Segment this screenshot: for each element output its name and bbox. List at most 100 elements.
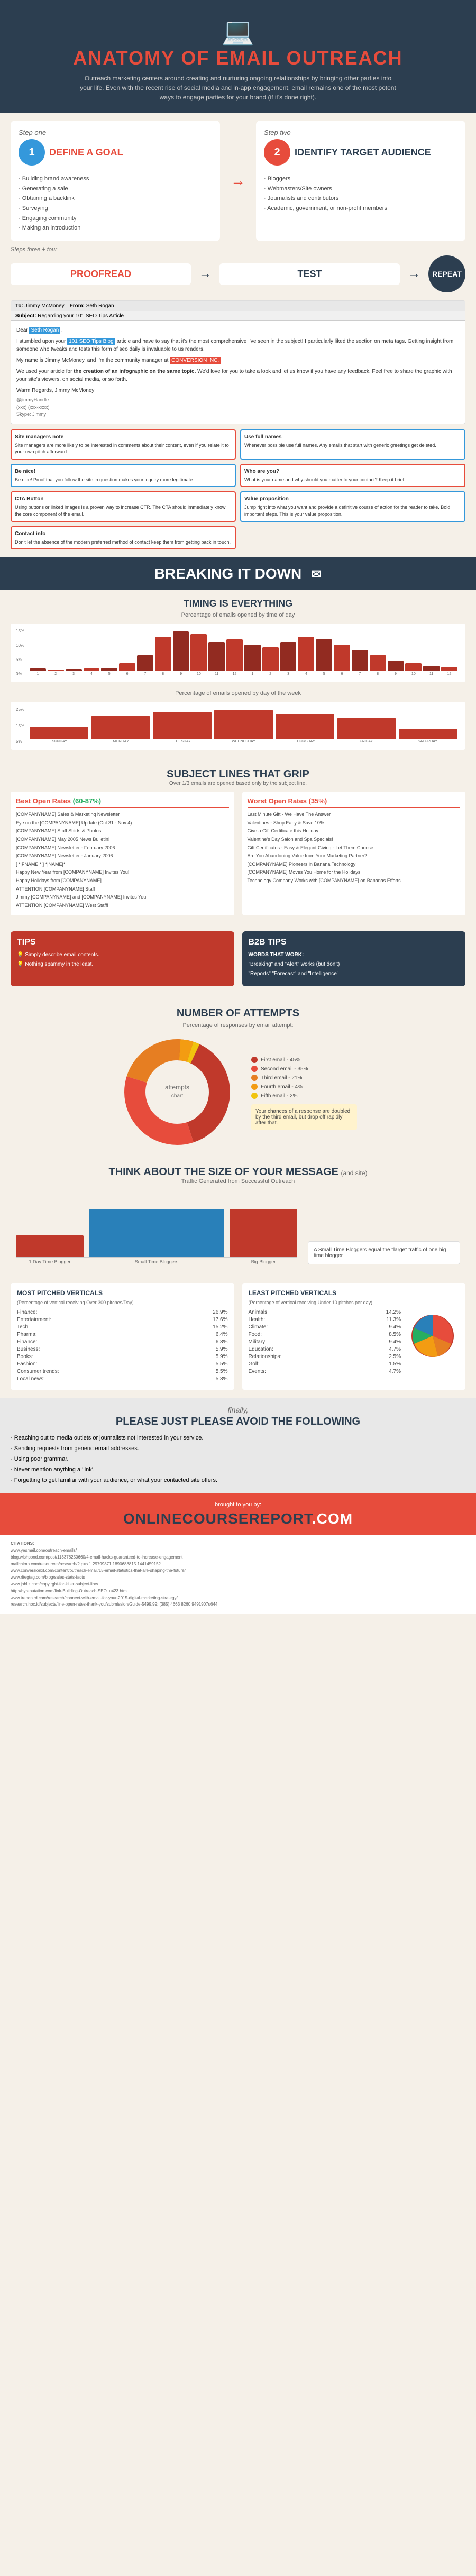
step-three-label: Steps three + four xyxy=(11,246,465,253)
size-bars xyxy=(16,1194,297,1258)
most-item-3: Tech:15.2% xyxy=(17,1324,228,1330)
hourly-bars-area: 123456789101112123456789101112 xyxy=(27,629,460,677)
hourly-bar-7 xyxy=(155,637,171,671)
hourly-bar-15 xyxy=(298,637,314,671)
step-one-box: Step one 1 DEFINE A GOAL Building brand … xyxy=(11,121,220,241)
avoid-item-3: Using poor grammar. xyxy=(11,1454,217,1465)
annotation-card-6: Value proposition Jump right into what y… xyxy=(240,491,465,521)
attempts-title: NUMBER OF ATTEMPTS xyxy=(11,1002,465,1022)
avoid-item-2: Sending requests from generic email addr… xyxy=(11,1444,217,1454)
bar-big xyxy=(230,1209,297,1257)
subject-section: SUBJECT LINES THAT GRIP Over 1/3 emails … xyxy=(0,760,476,923)
b2b-tips-box: B2B TIPS WORDS THAT WORK: "Breaking" and… xyxy=(242,931,466,986)
finally-section: finally, PLEASE JUST PLEASE AVOID THE FO… xyxy=(0,1398,476,1493)
email-body: Dear Seth Rogan, I stumbled upon your 10… xyxy=(11,321,465,424)
hourly-bar-13 xyxy=(262,647,279,671)
envelope-icon: ✉ xyxy=(311,567,322,582)
most-item-9: Consumer trends:5.5% xyxy=(17,1369,228,1374)
step-one-title: DEFINE A GOAL xyxy=(49,147,123,158)
size-bar-labels: 1 Day Time Blogger Small Time Bloggers B… xyxy=(16,1259,297,1264)
day-bar-chart xyxy=(27,707,460,739)
think-size-header: THINK ABOUT THE SIZE OF YOUR MESSAGE (an… xyxy=(11,1166,465,1178)
day-bar-0 xyxy=(30,727,88,739)
least-content: Animals:14.2% Health:11.3% Climate:9.4% … xyxy=(249,1309,460,1376)
hourly-bar-19 xyxy=(370,655,386,671)
day-bar-labels: SUNDAYMONDAYTUESDAYWEDNESDAYTHURSDAYFRID… xyxy=(27,739,460,745)
attempts-note: Your chances of a response are doubled b… xyxy=(251,1104,357,1130)
most-pitched-box: MOST PITCHED VERTICALS (Percentage of ve… xyxy=(11,1283,234,1390)
svg-text:chart: chart xyxy=(171,1093,183,1099)
traffic-chart-subtitle: Traffic Generated from Successful Outrea… xyxy=(11,1178,465,1185)
most-item-4: Pharma:6.4% xyxy=(17,1332,228,1337)
hourly-bar-12 xyxy=(244,645,261,671)
header: 💻 ANATOMY OF EMAIL OUTREACH Outreach mar… xyxy=(0,0,476,113)
footer-citations: CITATIONS: www.yesmail.com/outreach-emai… xyxy=(0,1535,476,1614)
step-one-list: Building brand awareness Generating a sa… xyxy=(19,174,212,233)
fourth-attempt-label: Fourth email - 4% xyxy=(251,1084,357,1090)
annotation-card-3: Be nice! Be nice! Proof that you follow … xyxy=(11,464,236,488)
least-pitched-title: LEAST PITCHED VERTICALS xyxy=(249,1289,460,1297)
proofread-label: PROOFREAD xyxy=(21,269,180,280)
hourly-bar-11 xyxy=(226,639,243,671)
proofread-box: PROOFREAD xyxy=(11,263,191,285)
day-bar-4 xyxy=(276,714,334,739)
email-window: To: Jimmy McMoney From: Seth Rogan Subje… xyxy=(11,300,465,424)
day-chart-subtitle: Percentage of emails opened by day of th… xyxy=(11,690,465,696)
test-box: TEST xyxy=(219,263,400,285)
donut-chart: attempts chart xyxy=(119,1034,235,1153)
timing-chart-subtitle: Percentage of emails opened by time of d… xyxy=(11,612,465,618)
third-dot xyxy=(251,1075,258,1081)
step-one-label: Step one xyxy=(19,129,212,136)
size-chart-area: 1 Day Time Blogger Small Time Bloggers B… xyxy=(11,1189,465,1270)
hourly-bar-2 xyxy=(66,669,82,671)
hourly-bar-14 xyxy=(280,642,297,671)
most-item-7: Books:5.9% xyxy=(17,1354,228,1360)
bar-1day xyxy=(16,1235,84,1257)
bar-small xyxy=(89,1209,224,1257)
most-item-6: Business:5.9% xyxy=(17,1346,228,1352)
avoid-item-4: Never mention anything a 'link'. xyxy=(11,1465,217,1475)
second-dot xyxy=(251,1066,258,1072)
donut-area: attempts chart First email - 45% Second … xyxy=(11,1034,465,1153)
hourly-bar-16 xyxy=(316,639,332,671)
steps-section: Step one 1 DEFINE A GOAL Building brand … xyxy=(0,113,476,241)
tips-section: TIPS 💡 Simply describe email contents. 💡… xyxy=(0,923,476,994)
avoid-title: PLEASE JUST PLEASE AVOID THE FOLLOWING xyxy=(11,1416,465,1428)
most-item-2: Entertainment:17.6% xyxy=(17,1317,228,1323)
most-item-5: Finance:6.3% xyxy=(17,1339,228,1345)
day-bar-5 xyxy=(337,718,396,739)
hourly-bar-21 xyxy=(405,663,422,671)
tips-box: TIPS 💡 Simply describe email contents. 💡… xyxy=(11,931,234,986)
laptop-icon: 💻 xyxy=(11,16,465,47)
label-big: Big Blogger xyxy=(230,1259,297,1264)
hourly-bar-8 xyxy=(173,631,189,671)
email-subject-bar: Subject: Regarding your 101 SEO Tips Art… xyxy=(11,311,465,321)
size-note: A Small Time Bloggers equal the "large" … xyxy=(308,1241,460,1264)
breaking-section: BREAKING IT DOWN ✉ xyxy=(0,557,476,590)
arrow-one-two: → xyxy=(231,121,245,241)
avoid-item-1: Reaching out to media outlets or journal… xyxy=(11,1433,217,1444)
hourly-bar-18 xyxy=(352,650,368,671)
attempts-section: NUMBER OF ATTEMPTS Percentage of respons… xyxy=(0,994,476,1161)
hourly-bar-6 xyxy=(137,655,153,671)
best-open-rates-col: Best Open Rates (60-87%) [COMPANYNAME] S… xyxy=(11,792,234,915)
hourly-bar-chart xyxy=(27,629,460,671)
hourly-bar-1 xyxy=(48,670,64,671)
hourly-chart-row: 15% 10% 5% 0% 12345678910111212345678910… xyxy=(16,629,460,677)
day-bar-chart-container: 25% 15% 5% SUNDAYMONDAYTUESDAYWEDNESDAYT… xyxy=(11,702,465,750)
worst-open-title: Worst Open Rates (35%) xyxy=(248,797,461,808)
most-item-8: Fashion:5.5% xyxy=(17,1361,228,1367)
least-item-8: Golf:1.5% xyxy=(249,1361,401,1367)
annotation-card-5: CTA Button Using buttons or linked image… xyxy=(11,491,236,521)
think-size-title: THINK ABOUT THE SIZE OF YOUR MESSAGE xyxy=(109,1166,338,1178)
avoid-item-5: Forgetting to get familiar with your aud… xyxy=(11,1475,217,1486)
arrow-test-repeat: → xyxy=(408,267,420,281)
think-size-section: THINK ABOUT THE SIZE OF YOUR MESSAGE (an… xyxy=(0,1161,476,1275)
b2b-tips-title: B2B TIPS xyxy=(249,938,460,947)
email-header-bar: To: Jimmy McMoney From: Seth Rogan xyxy=(11,301,465,311)
step-two-icon: 2 xyxy=(264,139,290,166)
hourly-bar-chart-container: 15% 10% 5% 0% 12345678910111212345678910… xyxy=(11,624,465,682)
fourth-dot xyxy=(251,1084,258,1090)
least-pitched-box: LEAST PITCHED VERTICALS (Percentage of v… xyxy=(242,1283,466,1390)
annotation-card-1: Site managers note Site managers are mor… xyxy=(11,429,236,460)
